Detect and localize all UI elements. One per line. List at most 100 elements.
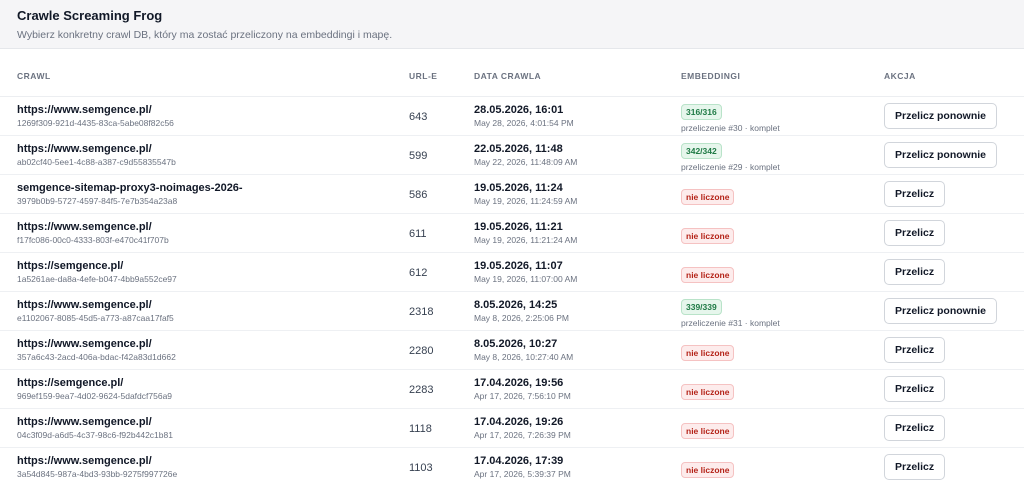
table-row: semgence-sitemap-proxy3-noimages-2026- 39… bbox=[0, 175, 1024, 214]
date-cell: 19.05.2026, 11:21 May 19, 2026, 11:21:24 … bbox=[474, 221, 577, 246]
recalculate-button[interactable]: Przelicz bbox=[884, 220, 946, 246]
crawl-cell: https://www.semgence.pl/ab02cf40-5ee1-4c… bbox=[17, 143, 387, 168]
crawl-url: https://www.semgence.pl/ bbox=[17, 143, 152, 155]
embeddings-cell: 342/342 przeliczenie #29 · komplet bbox=[681, 141, 780, 172]
embeddings-cell: nie liczone bbox=[681, 265, 735, 283]
crawl-date-full: May 8, 2026, 10:27:40 AM bbox=[474, 352, 574, 362]
embeddings-note: przeliczenie #29 · komplet bbox=[681, 162, 780, 172]
crawl-date: 28.05.2026, 16:01 bbox=[474, 104, 564, 116]
page-title: Crawle Screaming Frog bbox=[17, 8, 163, 23]
recalculate-button[interactable]: Przelicz bbox=[884, 181, 946, 207]
table-row: https://www.semgence.pl/ab02cf40-5ee1-4c… bbox=[0, 136, 1024, 175]
url-count: 2283 bbox=[409, 384, 434, 396]
embeddings-note: przeliczenie #30 · komplet bbox=[681, 123, 780, 133]
url-count: 2280 bbox=[409, 345, 434, 357]
crawl-date-full: May 19, 2026, 11:21:24 AM bbox=[474, 235, 578, 245]
date-cell: 28.05.2026, 16:01 May 28, 2026, 4:01:54 P… bbox=[474, 104, 574, 129]
crawl-cell: https://semgence.pl/969ef159-9ea7-4d02-9… bbox=[17, 377, 387, 402]
crawl-date: 19.05.2026, 11:24 bbox=[474, 182, 563, 194]
crawl-cell: https://www.semgence.pl/04c3f09d-a6d5-4c… bbox=[17, 416, 387, 441]
column-header-action: AKCJA bbox=[884, 71, 916, 81]
url-count: 2318 bbox=[409, 306, 434, 318]
crawl-cell: semgence-sitemap-proxy3-noimages-2026- 39… bbox=[17, 182, 387, 207]
crawl-date-full: May 8, 2026, 2:25:06 PM bbox=[474, 313, 569, 323]
crawl-url: semgence-sitemap-proxy3-noimages-2026- bbox=[17, 182, 243, 194]
crawl-date: 17.04.2026, 19:56 bbox=[474, 377, 564, 389]
embeddings-cell: nie liczone bbox=[681, 421, 735, 439]
crawl-cell: https://www.semgence.pl/1269f309-921d-44… bbox=[17, 104, 387, 129]
crawl-date-full: Apr 17, 2026, 7:26:39 PM bbox=[474, 430, 571, 440]
crawl-url: https://semgence.pl/ bbox=[17, 260, 124, 272]
crawl-date: 19.05.2026, 11:21 bbox=[474, 221, 563, 233]
crawl-url: https://www.semgence.pl/ bbox=[17, 416, 152, 428]
embeddings-cell: nie liczone bbox=[681, 382, 735, 400]
url-count: 599 bbox=[409, 150, 428, 162]
date-cell: 22.05.2026, 11:48 May 22, 2026, 11:48:09 … bbox=[474, 143, 577, 168]
crawl-date: 22.05.2026, 11:48 bbox=[474, 143, 563, 155]
column-header-crawl: CRAWL bbox=[17, 71, 51, 81]
date-cell: 8.05.2026, 14:25 May 8, 2026, 2:25:06 PM bbox=[474, 299, 569, 324]
table-row: https://www.semgence.pl/357a6c43-2acd-40… bbox=[0, 331, 1024, 370]
url-count: 1103 bbox=[409, 462, 433, 474]
status-badge: nie liczone bbox=[681, 423, 735, 439]
crawl-date: 8.05.2026, 14:25 bbox=[474, 299, 558, 311]
crawl-id: 1269f309-921d-4435-83ca-5abe08f82c56 bbox=[17, 118, 174, 128]
date-cell: 19.05.2026, 11:24 May 19, 2026, 11:24:59 … bbox=[474, 182, 577, 207]
embeddings-cell: nie liczone bbox=[681, 226, 735, 244]
crawl-cell: https://semgence.pl/1a5261ae-da8a-4efe-b… bbox=[17, 260, 387, 285]
crawl-date: 8.05.2026, 10:27 bbox=[474, 338, 558, 350]
crawl-id: e1102067-8085-45d5-a773-a87caa17faf5 bbox=[17, 313, 174, 323]
status-badge: 316/316 bbox=[681, 104, 722, 120]
crawl-id: ab02cf40-5ee1-4c88-a387-c9d55835547b bbox=[17, 157, 176, 167]
status-badge: 339/339 bbox=[681, 299, 722, 315]
date-cell: 17.04.2026, 17:39 Apr 17, 2026, 5:39:37 P… bbox=[474, 455, 571, 480]
crawl-date-full: Apr 17, 2026, 5:39:37 PM bbox=[474, 469, 571, 479]
recalculate-button[interactable]: Przelicz bbox=[884, 415, 946, 441]
crawl-url: https://www.semgence.pl/ bbox=[17, 338, 152, 350]
crawl-table: CRAWL URL-E DATA CRAWLA EMBEDDINGI AKCJA… bbox=[0, 49, 1024, 485]
crawl-url: https://www.semgence.pl/ bbox=[17, 104, 152, 116]
recalculate-again-button[interactable]: Przelicz ponownie bbox=[884, 298, 998, 324]
status-badge: nie liczone bbox=[681, 267, 735, 283]
embeddings-cell: 339/339 przeliczenie #31 · komplet bbox=[681, 297, 780, 328]
crawl-url: https://www.semgence.pl/ bbox=[17, 221, 152, 233]
status-badge: nie liczone bbox=[681, 189, 735, 205]
embeddings-cell: 316/316 przeliczenie #30 · komplet bbox=[681, 102, 780, 133]
embeddings-note: przeliczenie #31 · komplet bbox=[681, 318, 780, 328]
column-header-embeddings: EMBEDDINGI bbox=[681, 71, 741, 81]
crawl-id: f17fc086-00c0-4333-803f-e470c41f707b bbox=[17, 235, 169, 245]
column-header-date: DATA CRAWLA bbox=[474, 71, 542, 81]
crawl-id: 969ef159-9ea7-4d02-9624-5dafdcf756a9 bbox=[17, 391, 173, 401]
crawl-date: 17.04.2026, 17:39 bbox=[474, 455, 564, 467]
date-cell: 19.05.2026, 11:07 May 19, 2026, 11:07:00 … bbox=[474, 260, 577, 285]
url-count: 643 bbox=[409, 111, 428, 123]
page-header: Crawle Screaming Frog Wybierz konkretny … bbox=[0, 0, 1024, 49]
table-row: https://www.semgence.pl/e1102067-8085-45… bbox=[0, 292, 1024, 331]
status-badge: nie liczone bbox=[681, 384, 735, 400]
recalculate-button[interactable]: Przelicz bbox=[884, 454, 946, 480]
crawl-date-full: May 22, 2026, 11:48:09 AM bbox=[474, 157, 578, 167]
status-badge: nie liczone bbox=[681, 462, 735, 478]
crawl-cell: https://www.semgence.pl/357a6c43-2acd-40… bbox=[17, 338, 387, 363]
crawl-url: https://www.semgence.pl/ bbox=[17, 299, 152, 311]
recalculate-button[interactable]: Przelicz bbox=[884, 376, 946, 402]
status-badge: 342/342 bbox=[681, 143, 722, 159]
table-row: https://www.semgence.pl/1269f309-921d-44… bbox=[0, 97, 1024, 136]
crawl-cell: https://www.semgence.pl/f17fc086-00c0-43… bbox=[17, 221, 387, 246]
url-count: 586 bbox=[409, 189, 428, 201]
table-row: https://www.semgence.pl/04c3f09d-a6d5-4c… bbox=[0, 409, 1024, 448]
crawl-id: 3979b0b9-5727-4597-84f5-7e7b354a23a8 bbox=[17, 196, 178, 206]
crawl-cell: https://www.semgence.pl/3a54d845-987a-4b… bbox=[17, 455, 387, 480]
crawl-date: 17.04.2026, 19:26 bbox=[474, 416, 564, 428]
crawl-date: 19.05.2026, 11:07 bbox=[474, 260, 563, 272]
recalculate-again-button[interactable]: Przelicz ponownie bbox=[884, 142, 998, 168]
recalculate-button[interactable]: Przelicz bbox=[884, 259, 946, 285]
url-count: 612 bbox=[409, 267, 428, 279]
crawl-date-full: May 19, 2026, 11:07:00 AM bbox=[474, 274, 578, 284]
recalculate-again-button[interactable]: Przelicz ponownie bbox=[884, 103, 998, 129]
recalculate-button[interactable]: Przelicz bbox=[884, 337, 946, 363]
crawl-id: 1a5261ae-da8a-4efe-b047-4bb9a552ce97 bbox=[17, 274, 177, 284]
table-header: CRAWL URL-E DATA CRAWLA EMBEDDINGI AKCJA bbox=[0, 49, 1024, 97]
crawl-date-full: Apr 17, 2026, 7:56:10 PM bbox=[474, 391, 571, 401]
table-row: https://semgence.pl/969ef159-9ea7-4d02-9… bbox=[0, 370, 1024, 409]
